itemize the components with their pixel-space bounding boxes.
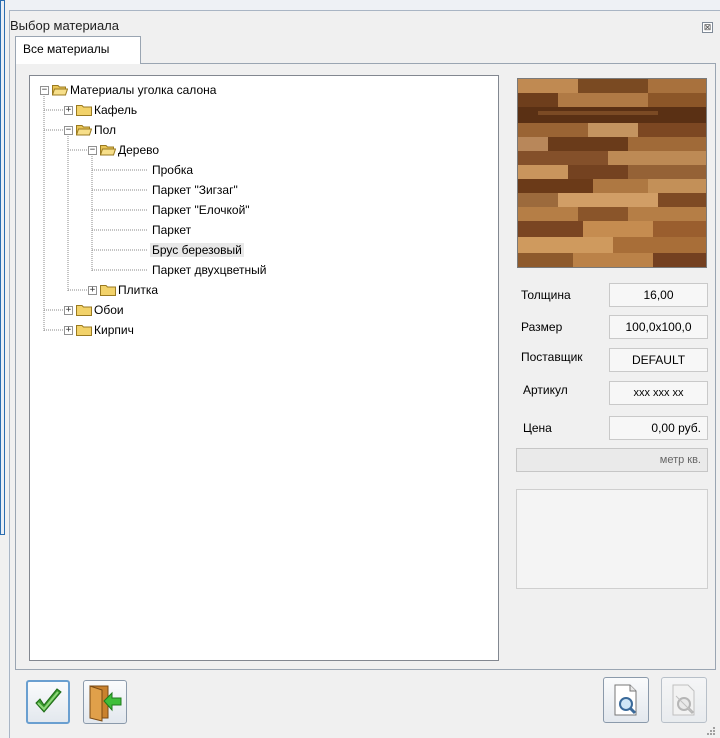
ok-button[interactable] <box>26 680 70 724</box>
tree-item-plitka[interactable]: Плитка <box>118 281 158 299</box>
supplier-label: Поставщик <box>521 350 583 364</box>
size-field[interactable]: 100,0x100,0 <box>609 315 708 339</box>
price-field[interactable]: 0,00 руб. <box>609 416 708 440</box>
expand-toggle[interactable]: + <box>64 326 73 335</box>
tree-item-probka[interactable]: Пробка <box>152 161 193 179</box>
price-label: Цена <box>523 421 552 435</box>
dialog-title: Выбор материала <box>10 18 119 33</box>
expand-toggle[interactable]: + <box>88 286 97 295</box>
tree-item-parket-dvuhcvetnyy[interactable]: Паркет двухцветный <box>152 261 266 279</box>
close-button[interactable]: ⊠ <box>702 22 713 33</box>
document-magnifier-icon <box>614 684 637 716</box>
folder-icon <box>76 105 92 116</box>
unit-field[interactable]: метр кв. <box>516 448 708 472</box>
tree-item-brus-berezovyy[interactable]: Брус березовый <box>150 241 244 259</box>
material-tree[interactable]: − Материалы уголка салона + Кафель − Пол… <box>29 75 499 661</box>
thickness-label: Толщина <box>521 288 571 302</box>
tab-all-materials[interactable]: Все материалы <box>15 36 141 64</box>
description-box[interactable] <box>516 489 708 589</box>
tree-lines <box>43 96 148 332</box>
collapse-toggle[interactable]: − <box>40 86 49 95</box>
tree-item-pol[interactable]: Пол <box>94 121 116 139</box>
preview-disabled-button[interactable] <box>661 677 707 723</box>
tab-label: Все материалы <box>23 42 110 56</box>
title-bar: Выбор материала ⊠ <box>10 11 720 39</box>
resize-grip-icon[interactable] <box>706 726 716 736</box>
supplier-field[interactable]: DEFAULT <box>609 348 708 372</box>
open-folder-icon <box>76 125 92 136</box>
collapse-toggle[interactable]: − <box>64 126 73 135</box>
size-label: Размер <box>521 320 563 334</box>
expand-toggle[interactable]: + <box>64 106 73 115</box>
exit-button[interactable] <box>83 680 127 724</box>
article-field[interactable]: xxx xxx xx <box>609 381 708 405</box>
tree-item-kirpich[interactable]: Кирпич <box>94 321 134 339</box>
tree-item-derevo[interactable]: Дерево <box>118 141 159 159</box>
article-label: Артикул <box>523 383 568 397</box>
folder-icon <box>76 305 92 316</box>
tree-item-parket-zigzag[interactable]: Паркет "Зигзаг" <box>152 181 238 199</box>
checkmark-icon <box>35 688 62 713</box>
material-preview-image <box>517 78 707 268</box>
collapse-toggle[interactable]: − <box>88 146 97 155</box>
parent-window-edge <box>0 0 5 535</box>
tree-item-kafel[interactable]: Кафель <box>94 101 137 119</box>
tree-root[interactable]: Материалы уголка салона <box>70 81 216 99</box>
expand-toggle[interactable]: + <box>64 306 73 315</box>
folder-icon <box>76 325 92 336</box>
thickness-field[interactable]: 16,00 <box>609 283 708 307</box>
tree-item-parket-elochkoy[interactable]: Паркет "Елочкой" <box>152 201 250 219</box>
preview-button[interactable] <box>603 677 649 723</box>
tree-item-oboi[interactable]: Обои <box>94 301 124 319</box>
open-folder-icon <box>52 85 68 96</box>
open-folder-icon <box>100 145 116 156</box>
folder-icon <box>100 285 116 296</box>
door-exit-icon <box>89 685 122 722</box>
tree-item-parket[interactable]: Паркет <box>152 221 191 239</box>
document-magnifier-disabled-icon <box>672 684 695 716</box>
wood-texture <box>518 79 706 267</box>
close-icon: ⊠ <box>703 22 712 32</box>
